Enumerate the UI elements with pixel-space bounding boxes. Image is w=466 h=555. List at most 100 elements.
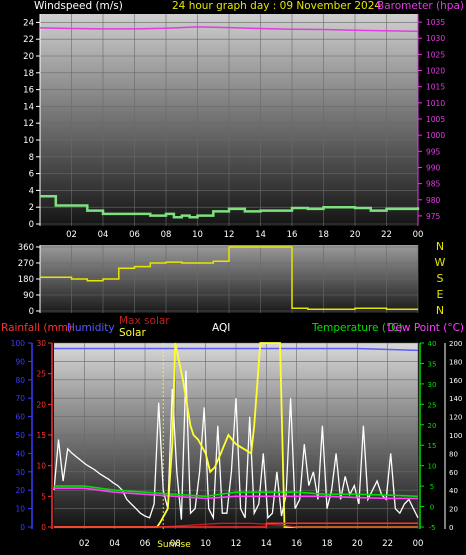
y-tick-label: 1035 (426, 18, 445, 27)
y-tick-label: 1010 (426, 99, 445, 108)
x-tick-label: 10 (192, 230, 203, 240)
y-tick-label: -5 (429, 524, 436, 532)
y-tick-label: 995 (426, 147, 441, 156)
y-tick-label: 12 (23, 119, 34, 129)
y-tick-label: 40 (15, 449, 25, 458)
y-tick-label: 0 (41, 523, 46, 532)
x-tick-label: 18 (322, 539, 333, 549)
y-tick-label: 16 (23, 86, 34, 96)
x-tick-label: 00 (413, 539, 424, 549)
legend-rainfall: Rainfall (mm) (1, 322, 72, 334)
x-tick-label: 04 (109, 539, 120, 549)
x-tick-label: 16 (291, 539, 302, 549)
x-tick-label: 14 (261, 539, 272, 549)
y-tick-label: 990 (426, 163, 441, 172)
y-tick-label: 22 (23, 35, 34, 45)
x-tick-label: 00 (413, 230, 424, 240)
y-tick-label: 20 (23, 52, 34, 62)
legend-solar: Solar (119, 327, 146, 339)
x-tick-label: 14 (255, 230, 266, 240)
y-tick-label: 0 (29, 307, 34, 317)
compass-w: W (435, 256, 446, 269)
y-tick-label: 120 (449, 414, 462, 422)
y-tick-label: 10 (36, 462, 46, 471)
y-tick-label: 975 (426, 212, 441, 221)
y-tick-label: 20 (449, 506, 458, 514)
y-tick-label: 25 (36, 370, 46, 379)
y-tick-label: 0 (430, 504, 434, 512)
y-tick-label: 18 (23, 69, 34, 79)
y-tick-label: 360 (18, 243, 34, 253)
y-tick-label: 60 (15, 413, 25, 422)
compass-e: E (437, 288, 444, 301)
windspeed-label: Windspeed (m/s) (34, 0, 123, 12)
x-tick-label: 22 (381, 230, 392, 240)
y-tick-label: 180 (18, 275, 34, 285)
y-tick-label: 20 (15, 486, 25, 495)
y-tick-label: 10 (23, 136, 34, 146)
y-tick-label: 1005 (426, 115, 445, 124)
compass-n-top: N (436, 240, 444, 253)
y-tick-label: 10 (15, 505, 25, 514)
y-tick-label: 10 (428, 463, 437, 471)
x-tick-label: 02 (66, 230, 77, 240)
y-tick-label: 90 (23, 291, 34, 301)
y-tick-label: 0 (29, 220, 34, 230)
y-tick-label: 1030 (426, 34, 445, 43)
y-tick-label: 0 (20, 523, 25, 532)
chart-title: 24 hour graph day : 09 November 2024 (172, 0, 381, 12)
x-tick-label: 12 (224, 230, 235, 240)
y-tick-label: 50 (15, 431, 25, 440)
y-tick-label: 30 (36, 339, 46, 348)
x-tick-label: 08 (161, 230, 172, 240)
x-tick-label: 20 (352, 539, 363, 549)
y-tick-label: 60 (449, 469, 458, 477)
x-tick-label: 16 (287, 230, 298, 240)
y-tick-label: 70 (15, 394, 25, 403)
x-tick-label: 02 (79, 539, 90, 549)
x-tick-label: 10 (200, 539, 211, 549)
compass-s: S (437, 272, 444, 285)
y-tick-label: 1000 (426, 131, 445, 140)
y-tick-label: 90 (15, 357, 25, 366)
y-tick-label: 0 (449, 524, 453, 532)
x-tick-label: 20 (350, 230, 361, 240)
y-tick-label: 100 (449, 432, 462, 440)
x-tick-label: 04 (98, 230, 109, 240)
y-tick-label: 24 (23, 18, 34, 28)
y-tick-label: 14 (23, 102, 34, 112)
x-tick-label: 06 (140, 539, 151, 549)
y-tick-label: 20 (428, 422, 437, 430)
y-tick-label: 180 (449, 358, 462, 366)
legend-aqi: AQI (212, 322, 230, 334)
y-tick-label: 30 (428, 381, 437, 389)
y-tick-label: 1015 (426, 83, 445, 92)
y-tick-label: 6 (29, 170, 34, 180)
x-tick-label: 12 (231, 539, 242, 549)
x-tick-label: 18 (318, 230, 329, 240)
legend-humidity: Humidity (67, 322, 115, 334)
y-tick-label: 270 (18, 259, 34, 269)
y-tick-label: 4 (29, 186, 34, 196)
y-tick-label: 80 (449, 450, 458, 458)
y-tick-label: 200 (449, 340, 462, 348)
x-tick-label: 06 (129, 230, 140, 240)
y-tick-label: 30 (15, 468, 25, 477)
y-tick-label: 980 (426, 196, 441, 205)
y-tick-label: 5 (41, 492, 46, 501)
y-tick-label: 5 (430, 483, 434, 491)
y-tick-label: 100 (11, 339, 26, 348)
y-tick-label: 20 (36, 400, 46, 409)
y-tick-label: 25 (428, 401, 437, 409)
y-tick-label: 140 (449, 395, 462, 403)
y-tick-label: 80 (15, 376, 25, 385)
y-tick-label: 1020 (426, 67, 445, 76)
sunrise-label: Sunrise (157, 540, 191, 550)
y-tick-label: 15 (428, 442, 437, 450)
weather-chart: Windspeed (m/s) 24 hour graph day : 09 N… (1, 0, 464, 550)
y-tick-label: 985 (426, 180, 441, 189)
y-tick-label: 2 (29, 203, 34, 213)
y-tick-label: 35 (428, 360, 437, 368)
y-tick-label: 160 (449, 377, 462, 385)
legend-maxsolar: Max solar (119, 315, 170, 327)
